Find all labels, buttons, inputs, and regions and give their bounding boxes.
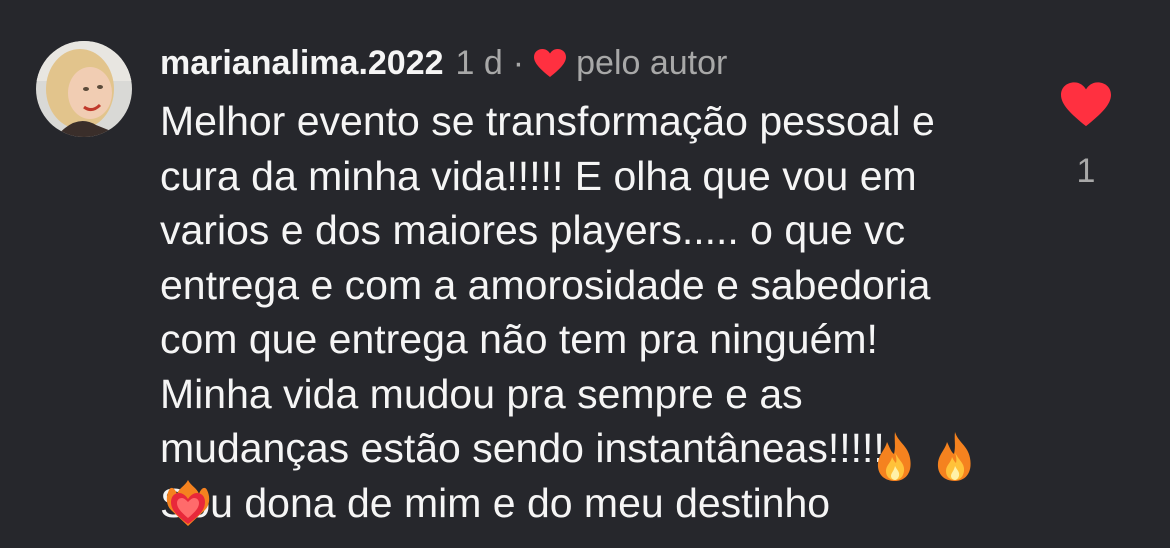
- emoji-line: [163, 478, 213, 533]
- avatar[interactable]: [36, 41, 132, 137]
- separator-dot: ·: [512, 43, 525, 82]
- heart-icon: [1061, 82, 1111, 127]
- fire-emoji: [932, 430, 978, 487]
- like-count[interactable]: 1: [1070, 152, 1102, 191]
- timestamp: 1 d: [455, 43, 503, 82]
- heart-icon: [534, 48, 567, 78]
- comment-header: marianalima.2022 1 d · pelo autor: [160, 40, 727, 86]
- fire-emoji: [872, 430, 918, 487]
- heart-on-fire-emoji: [163, 478, 213, 533]
- like-button[interactable]: [1061, 82, 1111, 128]
- username[interactable]: marianalima.2022: [160, 44, 444, 83]
- avatar-photo: [36, 41, 132, 137]
- author-liked-label: pelo autor: [576, 43, 728, 82]
